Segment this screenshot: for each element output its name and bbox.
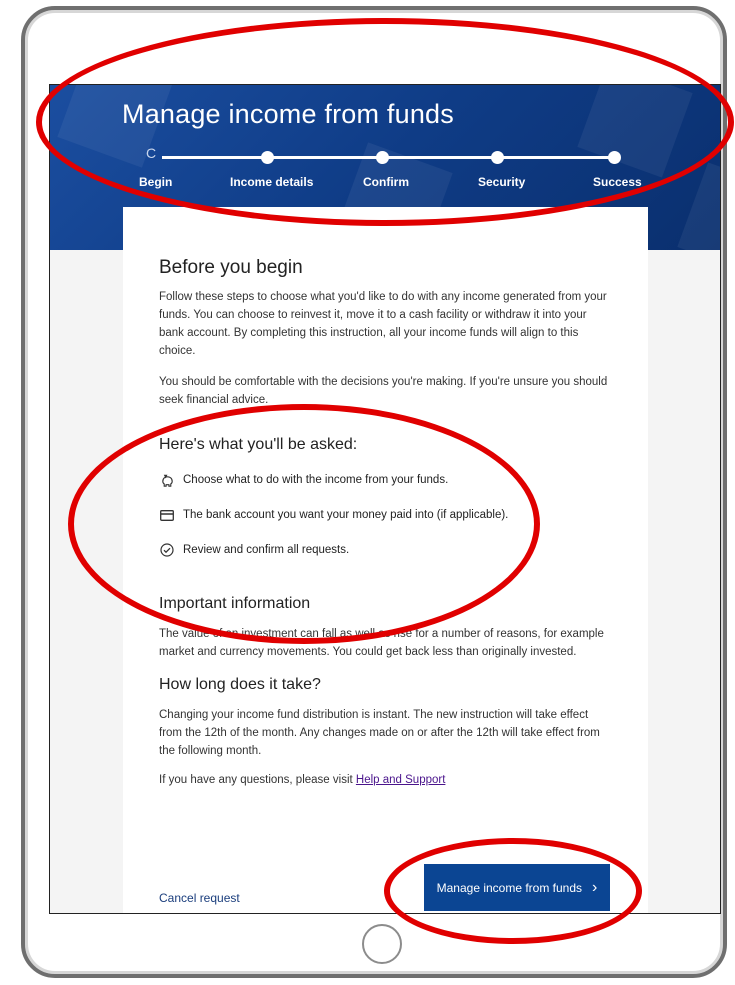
list-item-text: The bank account you want your money pai… [183, 509, 509, 521]
app-screen: Manage income from funds C Begin Income … [49, 84, 721, 914]
list-item-text: Review and confirm all requests. [183, 544, 350, 556]
help-support-link[interactable]: Help and Support [356, 774, 446, 786]
page-title: Manage income from funds [122, 99, 454, 129]
step-dot-income-details [261, 151, 274, 164]
step-dot-confirm [376, 151, 389, 164]
step-label-income-details: Income details [230, 175, 314, 189]
help-text: If you have any questions, please visit … [159, 771, 609, 789]
list-item-text: Choose what to do with the income from y… [183, 474, 449, 486]
step-label-success: Success [593, 175, 642, 189]
list-item-choose: Choose what to do with the income from y… [159, 472, 448, 488]
help-prefix: If you have any questions, please visit [159, 774, 356, 786]
before-paragraph-2: You should be comfortable with the decis… [159, 376, 608, 406]
section-title-important: Important information [159, 595, 311, 612]
howlong-text: Changing your income fund distribution i… [159, 709, 600, 757]
step-dot-success [608, 151, 621, 164]
section-title-asked: Here's what you'll be asked: [159, 436, 358, 453]
step-begin-marker: C [146, 145, 157, 161]
cancel-request-link[interactable]: Cancel request [159, 891, 240, 905]
stepper-line [162, 156, 620, 159]
check-circle-icon [159, 542, 175, 558]
section-title-before: Before you begin [159, 257, 303, 278]
step-label-confirm: Confirm [363, 175, 409, 189]
card-icon [159, 507, 175, 523]
step-label-security: Security [478, 175, 526, 189]
section-title-howlong: How long does it take? [159, 676, 321, 693]
home-button[interactable] [362, 924, 402, 964]
step-label-begin: Begin [139, 175, 173, 189]
chevron-right-icon: › [592, 878, 598, 896]
important-text: The value of an investment can fall as w… [159, 628, 604, 658]
list-item-review: Review and confirm all requests. [159, 542, 349, 558]
before-paragraph-1: Follow these steps to choose what you'd … [159, 291, 607, 357]
manage-income-button[interactable]: Manage income from funds › [424, 864, 610, 911]
content-card: Before you begin Follow these steps to c… [123, 207, 648, 913]
progress-stepper: C Begin Income details Confirm Security … [50, 141, 720, 201]
list-item-bank: The bank account you want your money pai… [159, 507, 508, 523]
step-dot-security [491, 151, 504, 164]
piggy-bank-icon [159, 472, 175, 488]
manage-income-button-label: Manage income from funds [436, 880, 583, 895]
